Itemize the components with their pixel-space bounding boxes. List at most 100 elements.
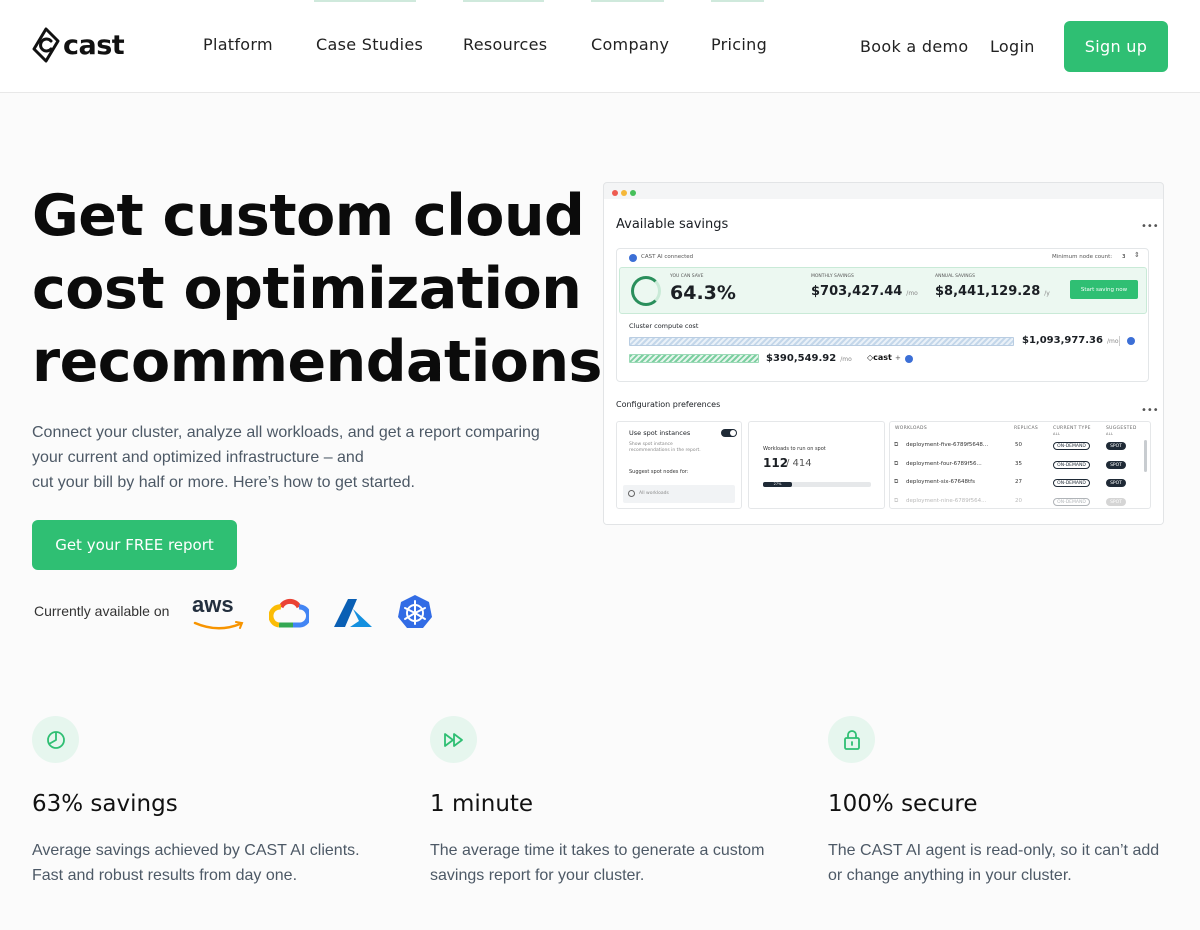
table-row[interactable]: ⧉ deployment-five-6789f5648... 50 ON-DEM… <box>894 440 1148 454</box>
monthly-savings-label: MONTHLY SAVINGS <box>811 274 854 279</box>
aws-icon: aws <box>192 592 246 635</box>
suggested-type-badge: SPOT <box>1106 442 1126 450</box>
cast-logo[interactable]: cast <box>32 27 125 63</box>
dashboard-content: Available savings ••• CAST AI connected … <box>604 199 1163 524</box>
nav-platform[interactable]: Platform <box>203 35 273 54</box>
nav-pricing[interactable]: Pricing <box>711 35 767 54</box>
kubernetes-icon <box>398 595 432 628</box>
aws-text: aws <box>192 592 234 617</box>
workload-name: deployment-nine-6789f564... <box>906 498 987 504</box>
logo-text: cast <box>63 29 125 61</box>
all-workloads-label: All workloads <box>639 491 669 496</box>
feature-icon-wrapper <box>32 716 79 763</box>
table-row[interactable]: ⧉ deployment-six-67648tfs 27 ON-DEMAND S… <box>894 477 1148 491</box>
workload-name: deployment-five-6789f5648... <box>906 442 989 448</box>
monthly-savings-amount: $703,427.44 <box>811 284 903 299</box>
suggested-type-badge: SPOT <box>1106 479 1126 487</box>
copy-icon: ⧉ <box>894 478 899 485</box>
col-suggested-filter: ALL <box>1106 432 1114 436</box>
hero-subtitle: Connect your cluster, analyze all worklo… <box>32 420 552 495</box>
table-scrollbar[interactable] <box>1144 440 1147 472</box>
current-cost-unit: /mo <box>1106 338 1119 345</box>
col-workloads: WORKLOADS <box>895 426 927 431</box>
current-cost-value: $1,093,977.36/mo <box>1022 335 1119 346</box>
lock-icon <box>843 729 860 750</box>
current-type-badge: ON-DEMAND <box>1053 479 1090 487</box>
workloads-progress: 27% <box>763 482 871 487</box>
azure-icon <box>334 599 372 627</box>
feature-desc-time: The average time it takes to generate a … <box>430 838 780 888</box>
nav-company[interactable]: Company <box>591 35 669 54</box>
workloads-spot-label: Workloads to run on spot <box>763 446 826 452</box>
site-header: cast Platform Case Studies Resources Com… <box>0 0 1200 93</box>
feature-title-secure: 100% secure <box>828 791 978 817</box>
book-demo-link[interactable]: Book a demo <box>860 37 968 56</box>
replicas-value: 20 <box>1015 498 1022 504</box>
optimized-cost-value: $390,549.92/mo <box>766 353 852 364</box>
login-link[interactable]: Login <box>990 37 1035 56</box>
spot-desc: Show spot instance <box>629 442 673 447</box>
available-savings-title: Available savings <box>616 217 729 232</box>
divider <box>1119 336 1120 346</box>
hero-subtitle-line: cut your bill by half or more. Here’s ho… <box>32 474 415 491</box>
copy-icon: ⧉ <box>894 460 899 467</box>
cast-logo-icon <box>32 27 60 63</box>
feature-desc-savings: Average savings achieved by CAST AI clie… <box>32 838 382 888</box>
feature-desc-line: Average savings achieved by CAST AI clie… <box>32 842 360 859</box>
you-can-save-label: YOU CAN SAVE <box>670 274 704 279</box>
workloads-spot-panel: Workloads to run on spot 112 / 414 27% <box>748 421 885 509</box>
savings-card: CAST AI connected Minimum node count: 3 … <box>616 248 1149 382</box>
feature-desc-line: savings report for your cluster. <box>430 867 645 884</box>
col-suggested[interactable]: SUGGESTED <box>1106 426 1137 431</box>
current-type-badge: ON-DEMAND <box>1053 461 1090 469</box>
table-row[interactable]: ⧉ deployment-nine-6789f564... 20 ON-DEMA… <box>894 496 1148 510</box>
suggest-label: Suggest spot nodes for: <box>629 469 689 475</box>
copy-icon: ⧉ <box>894 497 899 504</box>
k8s-badge-icon <box>629 254 637 262</box>
spot-toggle[interactable] <box>721 429 737 437</box>
col-replicas: REPLICAS <box>1014 426 1038 431</box>
replicas-value: 27 <box>1015 479 1022 485</box>
savings-ring-icon <box>631 276 661 306</box>
optimized-cost-bar <box>629 354 759 363</box>
hero-subtitle-line: Connect your cluster, analyze all worklo… <box>32 424 540 441</box>
get-free-report-button[interactable]: Get your FREE report <box>32 520 237 570</box>
table-row[interactable]: ⧉ deployment-four-6789f56... 35 ON-DEMAN… <box>894 459 1148 473</box>
more-options-icon: ••• <box>1141 405 1159 416</box>
replicas-value: 35 <box>1015 461 1022 467</box>
feature-desc-line: The average time it takes to generate a … <box>430 842 765 859</box>
col-current-type[interactable]: CURRENT TYPE <box>1053 426 1091 431</box>
workloads-progress-fill: 27% <box>763 482 792 487</box>
available-on-label: Currently available on <box>34 603 170 619</box>
fast-forward-icon <box>443 732 463 747</box>
workloads-total: / 414 <box>786 458 812 469</box>
hero-subtitle-line: your current and optimized infrastructur… <box>32 449 364 466</box>
replicas-value: 50 <box>1015 442 1022 448</box>
pie-chart-icon <box>46 730 65 749</box>
current-type-badge: ON-DEMAND <box>1053 442 1090 450</box>
annual-savings-amount: $8,441,129.28 <box>935 284 1041 299</box>
feature-desc-line: Fast and robust results from day one. <box>32 867 298 884</box>
more-options-icon: ••• <box>1141 221 1159 232</box>
feature-title-time: 1 minute <box>430 791 534 817</box>
nav-case-studies[interactable]: Case Studies <box>316 35 423 54</box>
workload-name: deployment-six-67648tfs <box>906 479 975 485</box>
feature-desc-line: The CAST AI agent is read-only, so it ca… <box>828 842 1160 859</box>
savings-summary: YOU CAN SAVE 64.3% MONTHLY SAVINGS $703,… <box>619 267 1147 314</box>
annual-unit: /y <box>1044 290 1050 297</box>
feature-desc-secure: The CAST AI agent is read-only, so it ca… <box>828 838 1178 888</box>
monthly-savings-value: $703,427.44/mo <box>811 284 918 299</box>
nav-indicator <box>463 0 544 2</box>
google-cloud-icon <box>269 598 309 628</box>
k8s-mini-icon <box>905 355 913 363</box>
signup-button[interactable]: Sign up <box>1064 21 1168 72</box>
suggested-type-badge: SPOT <box>1106 498 1126 506</box>
start-saving-button[interactable]: Start saving now <box>1070 280 1138 299</box>
optimized-cost-amount: $390,549.92 <box>766 353 837 364</box>
nav-resources[interactable]: Resources <box>463 35 547 54</box>
workloads-table: WORKLOADS REPLICAS CURRENT TYPE ALL SUGG… <box>889 421 1151 509</box>
plus-sign: + <box>895 354 901 362</box>
min-node-value: 3 <box>1122 254 1126 260</box>
optimized-cost-unit: /mo <box>840 356 852 363</box>
workload-filter-option[interactable]: All workloads <box>623 485 735 503</box>
